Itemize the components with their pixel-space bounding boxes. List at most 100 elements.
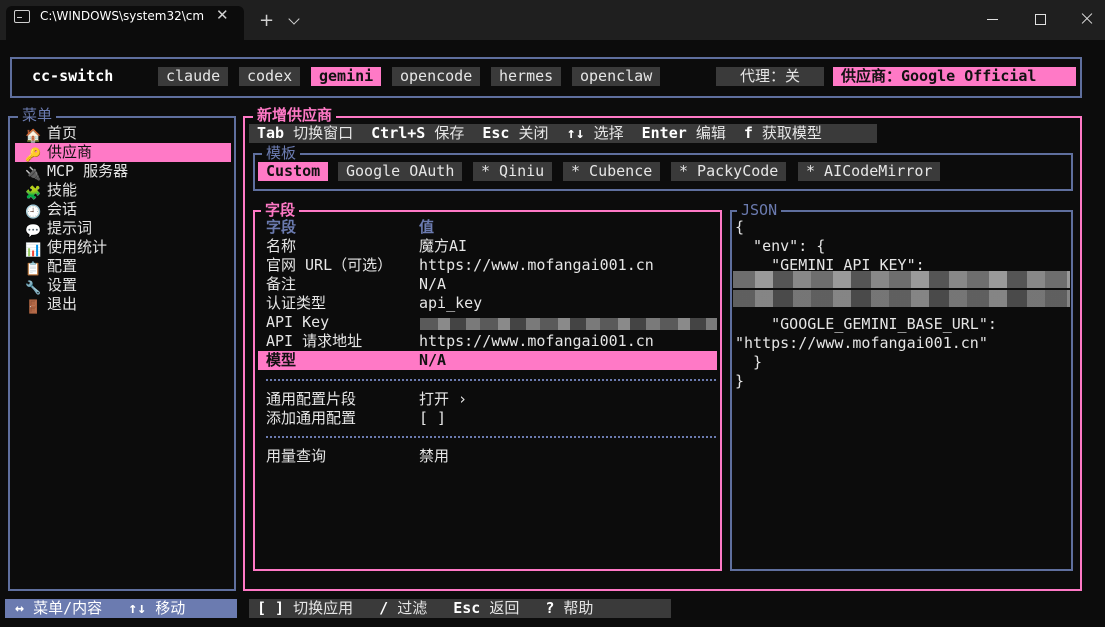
shortcut-key: Ctrl+S [371, 124, 426, 142]
field-value: N/A [419, 351, 447, 369]
footer-hint-key: / [379, 599, 389, 617]
field-row[interactable]: 添加通用配置 [ ] [258, 409, 717, 428]
footer-hint-key: ↑↓ [128, 599, 147, 617]
sidebar-item-label: 技能 [47, 181, 78, 199]
sidebar-item-6[interactable]: 📊 使用统计 [15, 238, 231, 258]
footer-action-hints: [ ] 切换应用 / 过滤 Esc 返回? 帮助 [249, 599, 671, 618]
field-value: https://www.mofangai001.cn [419, 332, 654, 350]
app-tab-opencode[interactable]: opencode [392, 67, 481, 86]
wrench-icon: 🔧 [25, 281, 42, 296]
fields-title: 字段 [261, 202, 300, 218]
template-chip[interactable]: * Qiniu [473, 162, 553, 181]
maximize-icon[interactable] [1035, 14, 1046, 25]
footer-hint-key: ↔ [15, 599, 25, 617]
shortcut-key: f [743, 124, 753, 142]
sidebar-item-label: 使用统计 [47, 238, 108, 256]
sidebar-item-5[interactable]: 💬 提示词 [15, 219, 231, 239]
clipboard-icon: 📋 [25, 262, 42, 277]
field-row[interactable]: 用量查询 禁用 [258, 447, 717, 466]
field-row[interactable]: 模型 N/A [258, 351, 717, 370]
minimize-icon[interactable] [987, 19, 998, 20]
clock-icon: 🕘 [25, 205, 42, 220]
sidebar-item-1[interactable]: 🔑 供应商 [15, 143, 231, 163]
shortcut-bar: Tab 切换窗口 Ctrl+S 保存 Esc 关闭 ↑↓ 选择 Enter 编辑 f 获取… [249, 124, 877, 143]
field-row[interactable]: 认证类型 api_key [258, 294, 717, 313]
template-chip[interactable]: Google OAuth [338, 162, 463, 181]
template-chip[interactable]: * Cubence [563, 162, 661, 181]
footer-hint: / 过滤 [379, 599, 427, 617]
field-row[interactable]: 名称 魔方AI [258, 237, 717, 256]
json-line: "GOOGLE_GEMINI_BASE_URL": [735, 315, 997, 333]
shortcut-label: 获取模型 [761, 124, 822, 142]
field-key: API 请求地址 [266, 332, 363, 350]
footer-hint-label: 帮助 [563, 599, 594, 617]
fields-header-value: 值 [419, 218, 435, 236]
plug-icon: 🔌 [25, 167, 42, 182]
sidebar-item-label: 配置 [47, 257, 78, 275]
field-row[interactable]: 通用配置片段 打开 › [258, 390, 717, 409]
proxy-status: 代理：关 [716, 67, 824, 86]
field-value: N/A [419, 275, 447, 293]
field-row[interactable]: 备注 N/A [258, 275, 717, 294]
app-tab-claude[interactable]: claude [158, 67, 229, 86]
door-icon: 🚪 [25, 300, 42, 315]
close-icon[interactable] [1081, 13, 1093, 24]
sidebar-item-label: 首页 [47, 124, 78, 142]
field-key: 官网 URL（可选） [266, 256, 393, 274]
json-line: } [735, 353, 763, 371]
field-value: [ ] [419, 409, 447, 427]
field-key: 模型 [266, 351, 297, 369]
shortcut-key: Enter [641, 124, 687, 142]
sidebar-item-3[interactable]: 🧩 技能 [15, 181, 231, 201]
field-key: 名称 [266, 237, 297, 255]
shortcut-hint: Esc 关闭 [482, 124, 548, 142]
field-key: API Key [266, 313, 330, 331]
fields-header-key: 字段 [266, 218, 297, 236]
footer-hint-key: ? [545, 599, 555, 617]
app-tab-hermes[interactable]: hermes [491, 67, 562, 86]
footer-hint: ? 帮助 [545, 599, 593, 617]
app-tab-gemini[interactable]: gemini [311, 67, 382, 86]
tab-title: C:\WINDOWS\system32\cmd.e [40, 9, 204, 23]
footer-hint-label: 返回 [489, 599, 520, 617]
field-value: https://www.mofangai001.cn [419, 256, 654, 274]
sidebar-item-0[interactable]: 🏠 首页 [15, 124, 231, 144]
footer-hint: ↑↓ 移动 [128, 599, 185, 617]
template-chip[interactable]: * PackyCode [671, 162, 787, 181]
field-key: 用量查询 [266, 447, 327, 465]
shortcut-key: ↑↓ [566, 124, 585, 142]
footer-hint-label: 菜单/内容 [33, 599, 103, 617]
json-api-key-redacted [733, 290, 1070, 307]
sidebar-item-7[interactable]: 📋 配置 [15, 257, 231, 277]
field-row[interactable]: 官网 URL（可选） https://www.mofangai001.cn [258, 256, 717, 275]
sidebar-item-label: 供应商 [47, 143, 93, 161]
shortcut-hint: Tab 切换窗口 [257, 124, 353, 142]
template-chip[interactable]: * AICodeMirror [798, 162, 941, 181]
json-line: "https://www.mofangai001.cn" [735, 334, 988, 352]
sidebar-item-2[interactable]: 🔌 MCP 服务器 [15, 162, 231, 182]
new-tab-button[interactable]: + [259, 12, 274, 30]
sidebar-item-9[interactable]: 🚪 退出 [15, 295, 231, 315]
json-api-key-redacted [733, 271, 1070, 288]
template-chip[interactable]: Custom [258, 162, 329, 181]
footer-hint: ↔ 菜单/内容 [15, 599, 102, 617]
footer-hint-label: 过滤 [397, 599, 428, 617]
puzzle-icon: 🧩 [25, 186, 42, 201]
terminal-icon [14, 10, 30, 23]
footer-hint-key: Esc [453, 599, 481, 617]
app-tab-codex[interactable]: codex [239, 67, 301, 86]
app-tab-openclaw[interactable]: openclaw [572, 67, 661, 86]
shortcut-hint: ↑↓ 选择 [567, 124, 624, 142]
divider [266, 436, 716, 438]
shortcut-hint: Ctrl+S 保存 [371, 124, 464, 142]
tab-close-icon[interactable]: ✕ [216, 6, 229, 24]
current-provider-badge: 供应商：Google Official [833, 67, 1076, 86]
field-key: 添加通用配置 [266, 409, 357, 427]
shortcut-hint: f 获取模型 [744, 124, 822, 142]
field-row[interactable]: API 请求地址 https://www.mofangai001.cn [258, 332, 717, 351]
sidebar-item-4[interactable]: 🕘 会话 [15, 200, 231, 220]
footer-hint-key: [ ] [257, 599, 285, 617]
sidebar-item-8[interactable]: 🔧 设置 [15, 276, 231, 296]
field-value: 打开 › [419, 390, 468, 408]
fields-header-row: 字段 值 [258, 218, 717, 237]
